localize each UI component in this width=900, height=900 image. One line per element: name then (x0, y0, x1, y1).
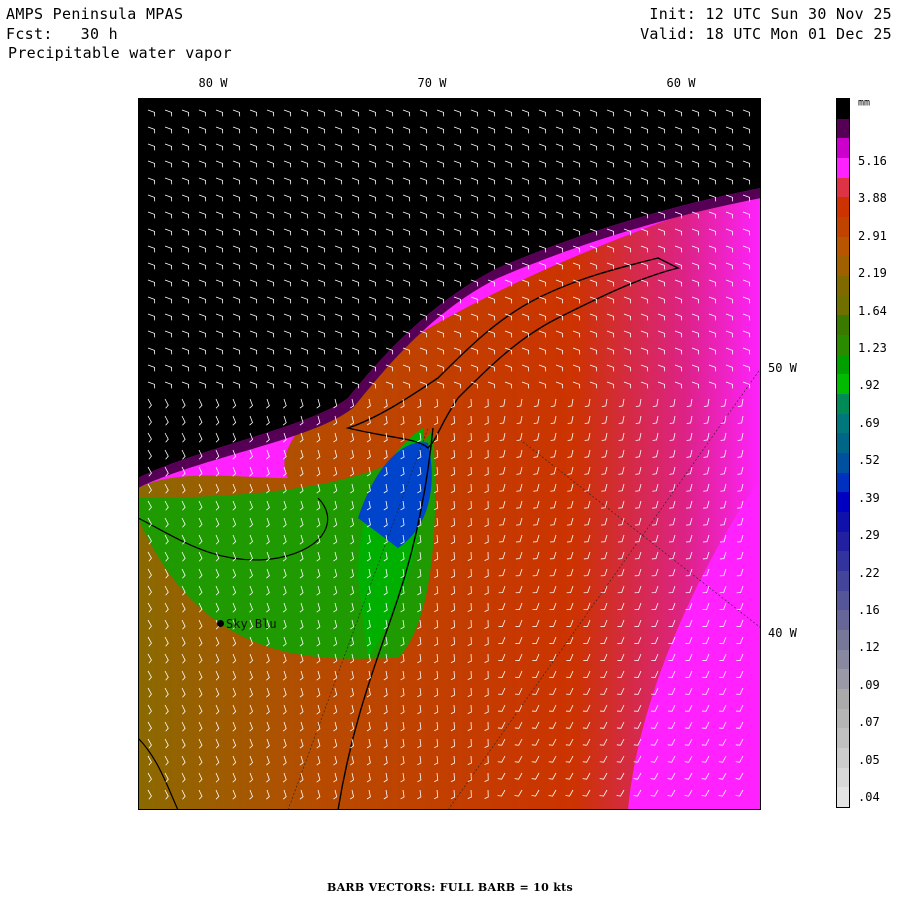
colorbar-swatch (837, 256, 849, 277)
colorbar-swatch (837, 748, 849, 769)
field-name: Precipitable water vapor (8, 44, 232, 62)
colorbar-swatch (837, 610, 849, 631)
colorbar-label: .52 (858, 453, 880, 468)
colorbar-label: .07 (858, 715, 880, 730)
colorbar-swatch (837, 531, 849, 552)
colorbar-swatch (837, 217, 849, 238)
colorbar-label: 1.23 (858, 341, 887, 356)
colorbar-label: .05 (858, 752, 880, 767)
colorbar-label: 1.64 (858, 303, 887, 318)
colorbar-swatch (837, 669, 849, 690)
barb-legend: BARB VECTORS: FULL BARB = 10 kts (327, 881, 573, 894)
colorbar-swatch (837, 99, 849, 120)
forecast-hour: Fcst: 30 h (6, 25, 118, 43)
colorbar-swatch (837, 571, 849, 592)
colorbar-swatch (837, 295, 849, 316)
colorbar-swatch (837, 472, 849, 493)
colorbar-swatch (837, 315, 849, 336)
colorbar-swatch (837, 551, 849, 572)
colorbar-swatch (837, 630, 849, 651)
model-title: AMPS Peninsula MPAS (6, 5, 184, 23)
colorbar-label: 3.88 (858, 191, 887, 206)
longitude-label: 60 W (666, 76, 696, 90)
colorbar-label: .69 (858, 415, 880, 430)
colorbar-label: 2.91 (858, 228, 887, 243)
init-time: Init: 12 UTC Sun 30 Nov 25 (649, 5, 892, 23)
valid-time: Valid: 18 UTC Mon 01 Dec 25 (640, 25, 892, 43)
colorbar-swatch (837, 335, 849, 356)
station-label: Sky Blu (226, 617, 277, 631)
colorbar-swatch (837, 492, 849, 513)
colorbar-swatch (837, 787, 849, 808)
colorbar-label: .04 (858, 790, 880, 804)
colorbar-swatch (837, 236, 849, 257)
colorbar-label: .92 (858, 378, 880, 393)
colorbar-swatch (837, 413, 849, 434)
colorbar-swatch (837, 433, 849, 454)
longitude-label: 80 W (198, 76, 228, 90)
precipitable-water-map (138, 98, 761, 810)
colorbar-unit: mm (858, 97, 871, 109)
colorbar-label: 5.16 (858, 154, 887, 168)
colorbar-swatch (837, 197, 849, 218)
colorbar-swatch (837, 138, 849, 159)
colorbar-swatch (837, 177, 849, 198)
colorbar-swatch (837, 689, 849, 710)
colorbar-label: 2.19 (858, 266, 887, 281)
colorbar-swatch (837, 728, 849, 749)
colorbar-swatch (837, 453, 849, 474)
colorbar-swatch (837, 394, 849, 415)
colorbar-swatch (837, 649, 849, 670)
colorbar-label: .09 (858, 677, 880, 692)
longitude-label: 70 W (417, 76, 447, 90)
colorbar-swatch (837, 354, 849, 375)
latitude-label: 50 W (768, 361, 797, 375)
colorbar-swatch (837, 708, 849, 729)
colorbar-swatch (837, 276, 849, 297)
colorbar-label: .12 (858, 640, 880, 655)
station-marker (217, 620, 224, 627)
colorbar-swatch (837, 118, 849, 139)
latitude-label: 40 W (768, 626, 797, 640)
colorbar-swatch (837, 374, 849, 395)
colorbar-label: .29 (858, 528, 880, 543)
colorbar-swatch (837, 158, 849, 179)
colorbar-swatch (837, 512, 849, 533)
colorbar (836, 98, 850, 808)
colorbar-label: .39 (858, 490, 880, 505)
colorbar-label: .16 (858, 602, 880, 617)
colorbar-swatch (837, 767, 849, 788)
forecast-map-page: AMPS Peninsula MPAS Fcst: 30 h Precipita… (0, 0, 900, 900)
colorbar-swatch (837, 590, 849, 611)
colorbar-label: .22 (858, 565, 880, 580)
